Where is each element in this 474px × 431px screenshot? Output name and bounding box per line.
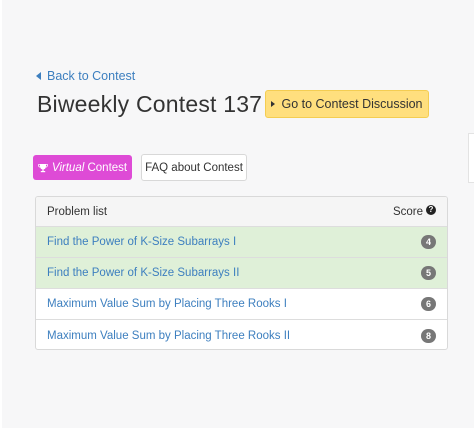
discussion-button-label: Go to Contest Discussion <box>281 97 423 111</box>
table-row: Find the Power of K-Size Subarrays I 4 <box>36 227 447 258</box>
back-link-label: Back to Contest <box>47 69 136 83</box>
caret-left-icon <box>36 72 41 80</box>
score-header: Score ? <box>392 204 436 218</box>
problem-link[interactable]: Maximum Value Sum by Placing Three Rooks… <box>47 330 290 342</box>
virtual-button-prefix: Virtual <box>51 161 85 174</box>
back-to-contest-link[interactable]: Back to Contest <box>36 69 135 83</box>
side-panel-tab[interactable] <box>468 133 474 183</box>
caret-right-icon <box>271 101 276 107</box>
problem-link[interactable]: Maximum Value Sum by Placing Three Rooks… <box>47 298 287 310</box>
problem-link[interactable]: Find the Power of K-Size Subarrays I <box>47 236 236 248</box>
problem-list-title: Problem list <box>47 205 108 218</box>
contest-panel: Back to Contest Biweekly Contest 137 Go … <box>2 0 474 428</box>
table-row: Find the Power of K-Size Subarrays II 5 <box>36 258 447 289</box>
faq-button[interactable]: FAQ about Contest <box>141 154 247 181</box>
problem-link[interactable]: Find the Power of K-Size Subarrays II <box>47 267 239 279</box>
problem-list: Problem list Score ? Find the Power of K… <box>35 196 448 350</box>
virtual-button-suffix: Contest <box>84 161 128 174</box>
score-badge: 6 <box>421 297 436 311</box>
problem-list-header: Problem list Score ? <box>36 197 447 227</box>
score-header-label: Score <box>392 205 423 218</box>
question-circle-icon[interactable]: ? <box>426 204 436 215</box>
score-badge: 5 <box>421 266 436 280</box>
page-title: Biweekly Contest 137 <box>37 91 263 117</box>
virtual-contest-button[interactable]: Virtual Contest <box>33 155 132 180</box>
trophy-icon <box>38 163 48 172</box>
table-row: Maximum Value Sum by Placing Three Rooks… <box>36 289 447 320</box>
score-badge: 8 <box>421 328 436 343</box>
table-row: Maximum Value Sum by Placing Three Rooks… <box>36 320 447 349</box>
contest-discussion-button[interactable]: Go to Contest Discussion <box>265 90 429 118</box>
score-badge: 4 <box>421 235 436 249</box>
